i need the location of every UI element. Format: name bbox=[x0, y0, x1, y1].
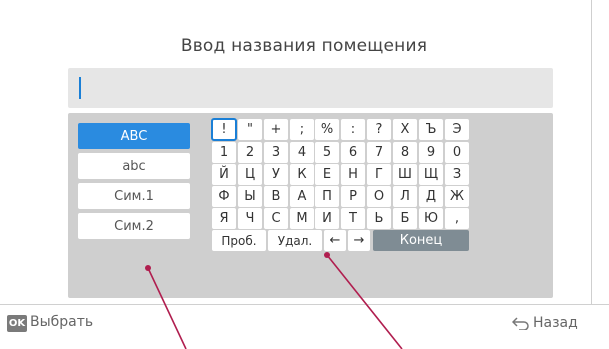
mode-symbols-2-button[interactable]: Сим.2 bbox=[78, 213, 190, 239]
key[interactable]: % bbox=[315, 119, 339, 140]
key[interactable]: 4 bbox=[290, 142, 314, 163]
key[interactable]: С bbox=[264, 208, 288, 229]
key[interactable]: Г bbox=[367, 164, 391, 185]
key[interactable]: 1 bbox=[212, 142, 236, 163]
key[interactable]: О bbox=[367, 186, 391, 207]
key[interactable]: З bbox=[445, 164, 469, 185]
keyboard-panel: ABC abc Сим.1 Сим.2 ! " +;%:? X Ъ Э 1 2 3 4 5 6 7 8 9 0… bbox=[68, 113, 553, 298]
key[interactable]: Л bbox=[393, 186, 417, 207]
mode-symbols-1-button[interactable]: Сим.1 bbox=[78, 183, 190, 209]
key[interactable]: 2 bbox=[238, 142, 262, 163]
key[interactable]: 7 bbox=[367, 142, 391, 163]
key[interactable]: Р bbox=[341, 186, 365, 207]
key[interactable]: Ч bbox=[238, 208, 262, 229]
delete-key[interactable]: Удал. bbox=[268, 230, 322, 251]
key[interactable]: 9 bbox=[419, 142, 443, 163]
key[interactable]: М bbox=[290, 208, 314, 229]
key[interactable]: : bbox=[341, 119, 365, 140]
key[interactable]: Н bbox=[341, 164, 365, 185]
key[interactable]: Ш bbox=[393, 164, 417, 185]
key[interactable]: Е bbox=[315, 164, 339, 185]
key[interactable]: , bbox=[445, 208, 469, 229]
key[interactable]: Т bbox=[341, 208, 365, 229]
key[interactable]: 6 bbox=[341, 142, 365, 163]
key[interactable]: Ы bbox=[238, 186, 262, 207]
key[interactable]: ? bbox=[367, 119, 391, 140]
key[interactable]: + bbox=[264, 119, 288, 140]
key[interactable]: Э bbox=[445, 119, 469, 140]
key[interactable]: В bbox=[264, 186, 288, 207]
key[interactable]: Ю bbox=[419, 208, 443, 229]
key[interactable]: И bbox=[315, 208, 339, 229]
key[interactable]: Б bbox=[393, 208, 417, 229]
key[interactable]: Я bbox=[212, 208, 236, 229]
key[interactable]: А bbox=[290, 186, 314, 207]
ok-button-badge: OK bbox=[7, 315, 27, 332]
key[interactable]: Ж bbox=[445, 186, 469, 207]
cursor-right-key[interactable]: → bbox=[348, 230, 370, 251]
room-name-input[interactable] bbox=[68, 68, 553, 108]
key[interactable]: Ц bbox=[238, 164, 262, 185]
back-label: Назад bbox=[533, 315, 578, 331]
key[interactable]: ; bbox=[290, 119, 314, 140]
dialog-title: Ввод названия помещения bbox=[180, 36, 428, 56]
key[interactable]: " bbox=[238, 119, 262, 140]
key[interactable]: К bbox=[290, 164, 314, 185]
cursor-left-key[interactable]: ← bbox=[324, 230, 346, 251]
key[interactable]: 3 bbox=[264, 142, 288, 163]
mode-lower-latin-button[interactable]: abc bbox=[78, 153, 190, 179]
mode-upper-latin-button[interactable]: ABC bbox=[78, 123, 190, 149]
key[interactable]: П bbox=[315, 186, 339, 207]
key[interactable]: ! bbox=[211, 118, 237, 141]
key[interactable]: Щ bbox=[419, 164, 443, 185]
key[interactable]: Ь bbox=[367, 208, 391, 229]
key[interactable]: Д bbox=[419, 186, 443, 207]
footer-divider bbox=[0, 304, 609, 305]
key[interactable]: Ф bbox=[212, 186, 236, 207]
key[interactable]: X bbox=[393, 119, 417, 140]
space-key[interactable]: Проб. bbox=[212, 230, 266, 251]
key[interactable]: Ъ bbox=[419, 119, 443, 140]
text-caret bbox=[79, 77, 81, 99]
back-arrow-icon bbox=[512, 317, 529, 330]
key[interactable]: Й bbox=[212, 164, 236, 185]
key[interactable]: 5 bbox=[315, 142, 339, 163]
key[interactable]: 8 bbox=[393, 142, 417, 163]
key[interactable]: У bbox=[264, 164, 288, 185]
key[interactable]: 0 bbox=[445, 142, 469, 163]
select-hint: Выбрать bbox=[30, 314, 94, 330]
end-key[interactable]: Конец bbox=[373, 230, 469, 251]
back-button[interactable]: Назад bbox=[512, 313, 578, 333]
dialog-window: Ввод названия помещения ABC abc Сим.1 Си… bbox=[16, 0, 592, 304]
